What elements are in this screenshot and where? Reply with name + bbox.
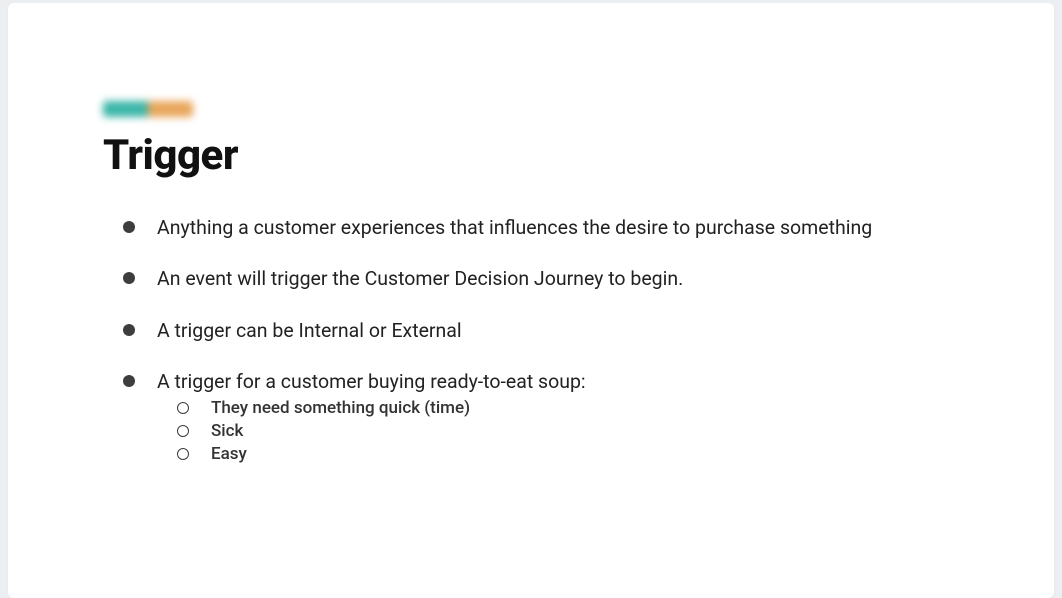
bullet-list: Anything a customer experiences that inf… — [103, 214, 959, 466]
logo-blur — [103, 101, 193, 117]
list-item: An event will trigger the Customer Decis… — [123, 265, 959, 292]
sub-bullet-list: They need something quick (time) Sick Ea… — [157, 397, 959, 466]
slide-title: Trigger — [103, 131, 959, 180]
bullet-text: Anything a customer experiences that inf… — [157, 216, 872, 239]
sub-list-item: They need something quick (time) — [177, 397, 959, 420]
sub-bullet-text: Sick — [211, 421, 243, 441]
sub-bullet-text: Easy — [211, 444, 247, 464]
sub-bullet-text: They need something quick (time) — [211, 398, 470, 418]
slide-content: Trigger Anything a customer experiences … — [8, 51, 1054, 466]
bullet-text: A trigger can be Internal or External — [157, 319, 462, 342]
sub-list-item: Easy — [177, 443, 959, 466]
list-item: A trigger can be Internal or External — [123, 317, 959, 344]
slide-page: Trigger Anything a customer experiences … — [8, 3, 1054, 598]
list-item: A trigger for a customer buying ready-to… — [123, 368, 959, 466]
bullet-text: An event will trigger the Customer Decis… — [157, 267, 683, 290]
bullet-text: A trigger for a customer buying ready-to… — [157, 370, 586, 393]
sub-list-item: Sick — [177, 420, 959, 443]
list-item: Anything a customer experiences that inf… — [123, 214, 959, 241]
